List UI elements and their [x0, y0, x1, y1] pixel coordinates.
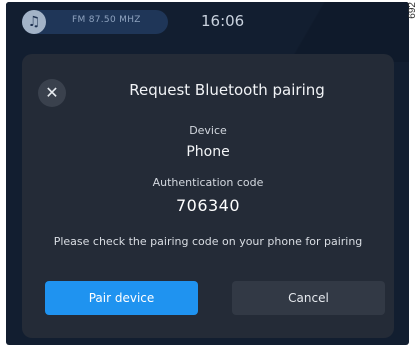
now-playing-pill[interactable]: ♫ FM 87.50 MHZ [22, 10, 168, 34]
bluetooth-pairing-dialog: ✕ Request Bluetooth pairing Device Phone… [22, 54, 394, 338]
figure-reference-number: 692 [407, 2, 418, 19]
music-note-icon: ♫ [22, 10, 46, 34]
clock: 16:06 [201, 12, 245, 30]
pair-device-button[interactable]: Pair device [45, 281, 198, 315]
auth-code-label: Authentication code [152, 176, 264, 189]
infotainment-screen: ♫ FM 87.50 MHZ 16:06 ✕ Request Bluetooth… [6, 2, 409, 345]
dialog-title: Request Bluetooth pairing [129, 81, 325, 99]
device-label: Device [189, 124, 227, 137]
close-icon: ✕ [45, 83, 59, 102]
status-bar: ♫ FM 87.50 MHZ 16:06 [6, 2, 409, 62]
pairing-message: Please check the pairing code on your ph… [53, 235, 363, 248]
cancel-button[interactable]: Cancel [232, 281, 385, 315]
device-value: Phone [186, 144, 230, 160]
close-button[interactable]: ✕ [38, 79, 66, 107]
radio-station-label: FM 87.50 MHZ [72, 15, 141, 25]
auth-code-value: 706340 [175, 196, 241, 215]
